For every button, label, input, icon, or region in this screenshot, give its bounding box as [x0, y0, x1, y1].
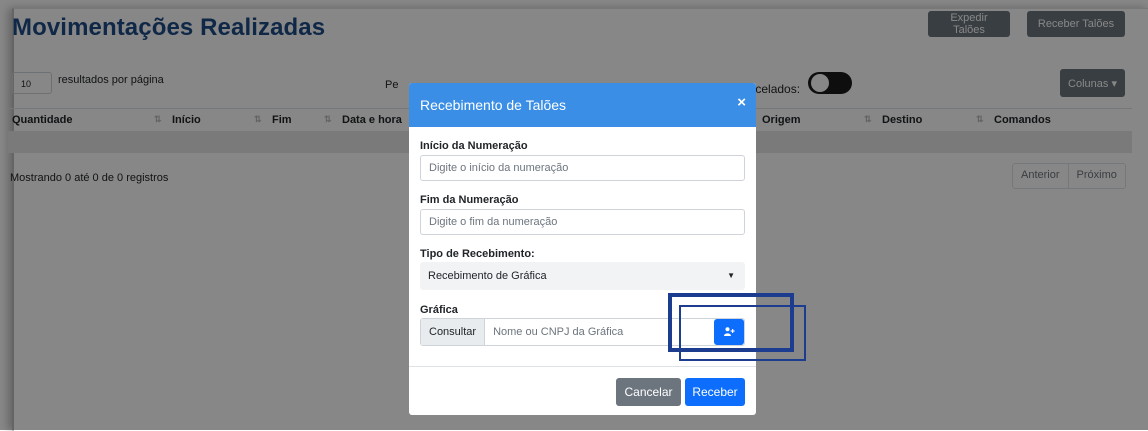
inicio-label: Início da Numeração: [420, 140, 528, 152]
modal-title: Recebimento de Talões: [420, 97, 567, 113]
caret-down-icon: ▼: [727, 271, 735, 280]
modal-footer: Cancelar Receber: [409, 366, 756, 415]
consultar-addon: Consultar: [421, 319, 486, 345]
annotation-highlight-box-inner: [679, 305, 806, 361]
modal-header: Recebimento de Talões ×: [409, 83, 756, 127]
cancelar-button[interactable]: Cancelar: [616, 378, 681, 406]
fim-label: Fim da Numeração: [420, 194, 519, 206]
close-icon[interactable]: ×: [737, 94, 746, 111]
fim-input[interactable]: Digite o fim da numeração: [420, 209, 745, 235]
recebimento-modal: Recebimento de Talões × Início da Numera…: [409, 83, 756, 415]
receber-button[interactable]: Receber: [685, 378, 745, 406]
tipo-label: Tipo de Recebimento:: [420, 248, 535, 260]
inicio-input[interactable]: Digite o início da numeração: [420, 155, 745, 181]
grafica-label: Gráfica: [420, 304, 458, 316]
tipo-selected-value: Recebimento de Gráfica: [428, 270, 547, 282]
tipo-recebimento-select[interactable]: Recebimento de Gráfica ▼: [420, 262, 745, 290]
